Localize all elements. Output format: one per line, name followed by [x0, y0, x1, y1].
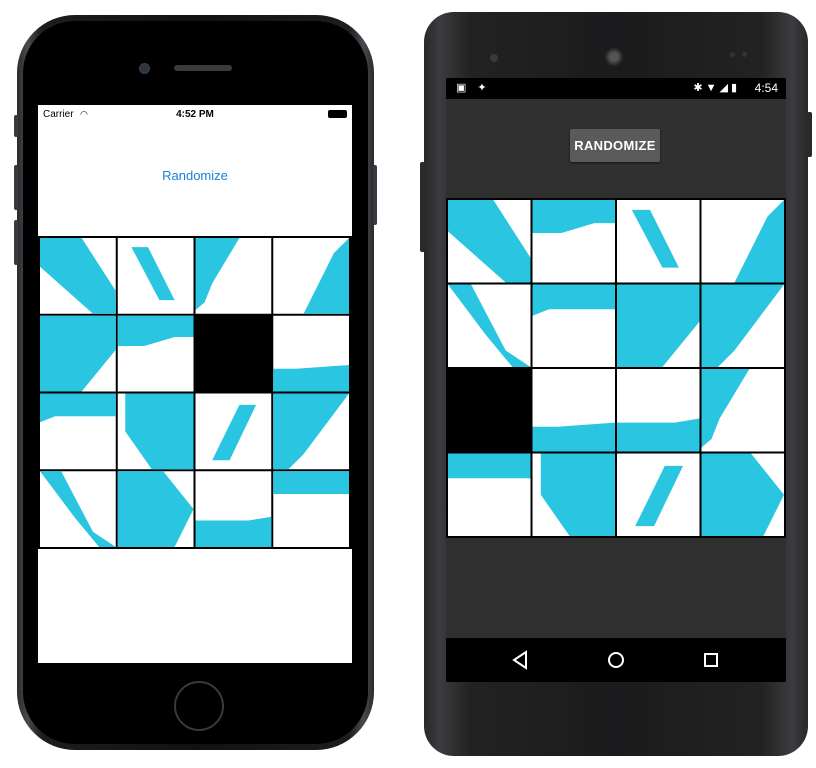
recents-button[interactable] [681, 638, 741, 682]
android-status-bar: ▣ ✦ ✱▼◢▮ 4:54 [446, 78, 786, 99]
tile-shape [273, 471, 349, 494]
puzzle-tile[interactable] [40, 471, 116, 547]
puzzle-grid [40, 238, 349, 547]
tile-shape [273, 365, 349, 392]
volume-up-button [14, 165, 18, 210]
puzzle-tile[interactable] [617, 200, 700, 283]
puzzle-tile[interactable] [273, 315, 349, 392]
back-button[interactable] [491, 638, 551, 682]
sensor [730, 52, 735, 57]
puzzle-tile[interactable] [448, 200, 531, 283]
puzzle-tile[interactable] [273, 471, 349, 547]
tile-shape [195, 516, 272, 547]
ios-screen: Carrier ◠ 4:52 PM Randomize [38, 105, 352, 663]
android-status-time: 4:54 [754, 81, 778, 95]
home-button[interactable] [586, 638, 646, 682]
puzzle-tile[interactable] [40, 238, 116, 314]
volume-rocker [420, 162, 425, 252]
puzzle-tile[interactable] [617, 453, 700, 537]
puzzle-tile[interactable] [273, 393, 349, 470]
empty-slot [195, 315, 272, 392]
power-button [807, 112, 812, 157]
puzzle-tile[interactable] [117, 238, 194, 314]
sensor [742, 52, 747, 57]
ios-status-time: 4:52 PM [176, 109, 214, 120]
earpiece-speaker [174, 65, 232, 71]
randomize-button[interactable]: RANDOMIZE [570, 129, 660, 162]
puzzle-tile[interactable] [117, 315, 194, 392]
home-icon [608, 652, 624, 668]
volume-down-button [14, 220, 18, 265]
puzzle-tile[interactable] [701, 369, 785, 452]
home-button[interactable] [174, 681, 224, 731]
puzzle-tile[interactable] [701, 284, 785, 368]
mute-switch [14, 115, 18, 137]
puzzle-tile[interactable] [195, 238, 272, 314]
tile-shape [532, 422, 615, 452]
tile-background [448, 369, 531, 452]
recents-icon [704, 653, 718, 667]
system-icons: ✱▼◢▮ [693, 82, 740, 94]
puzzle-board [446, 198, 786, 538]
puzzle-tile[interactable] [701, 453, 785, 537]
puzzle-tile[interactable] [532, 200, 616, 283]
puzzle-tile[interactable] [195, 393, 272, 470]
puzzle-tile[interactable] [701, 200, 785, 283]
tile-background [195, 315, 272, 392]
puzzle-tile[interactable] [273, 238, 349, 314]
tile-shape [448, 453, 531, 479]
front-camera [139, 63, 150, 74]
android-screen: ▣ ✦ ✱▼◢▮ 4:54 RANDOMIZE [446, 78, 786, 682]
power-button [373, 165, 377, 225]
puzzle-tile[interactable] [532, 284, 616, 368]
randomize-button[interactable]: Randomize [38, 168, 352, 183]
puzzle-tile[interactable] [617, 284, 700, 368]
front-camera [490, 54, 498, 62]
puzzle-grid [448, 200, 785, 537]
puzzle-board [38, 236, 352, 549]
puzzle-tile[interactable] [532, 369, 616, 452]
ios-status-bar: Carrier ◠ 4:52 PM [38, 105, 352, 125]
earpiece-speaker [605, 48, 623, 66]
notification-icons: ▣ ✦ [456, 82, 487, 94]
puzzle-tile[interactable] [117, 393, 194, 470]
empty-slot [448, 369, 531, 452]
back-icon [512, 650, 527, 670]
tile-shape [617, 418, 700, 452]
puzzle-tile[interactable] [617, 369, 700, 452]
puzzle-tile[interactable] [448, 284, 531, 368]
puzzle-tile[interactable] [532, 453, 616, 537]
puzzle-tile[interactable] [40, 393, 116, 470]
battery-icon [328, 110, 347, 118]
android-nav-bar [446, 638, 786, 682]
puzzle-tile[interactable] [448, 453, 531, 537]
puzzle-tile[interactable] [117, 471, 194, 547]
puzzle-tile[interactable] [195, 471, 272, 547]
puzzle-tile[interactable] [40, 315, 116, 392]
